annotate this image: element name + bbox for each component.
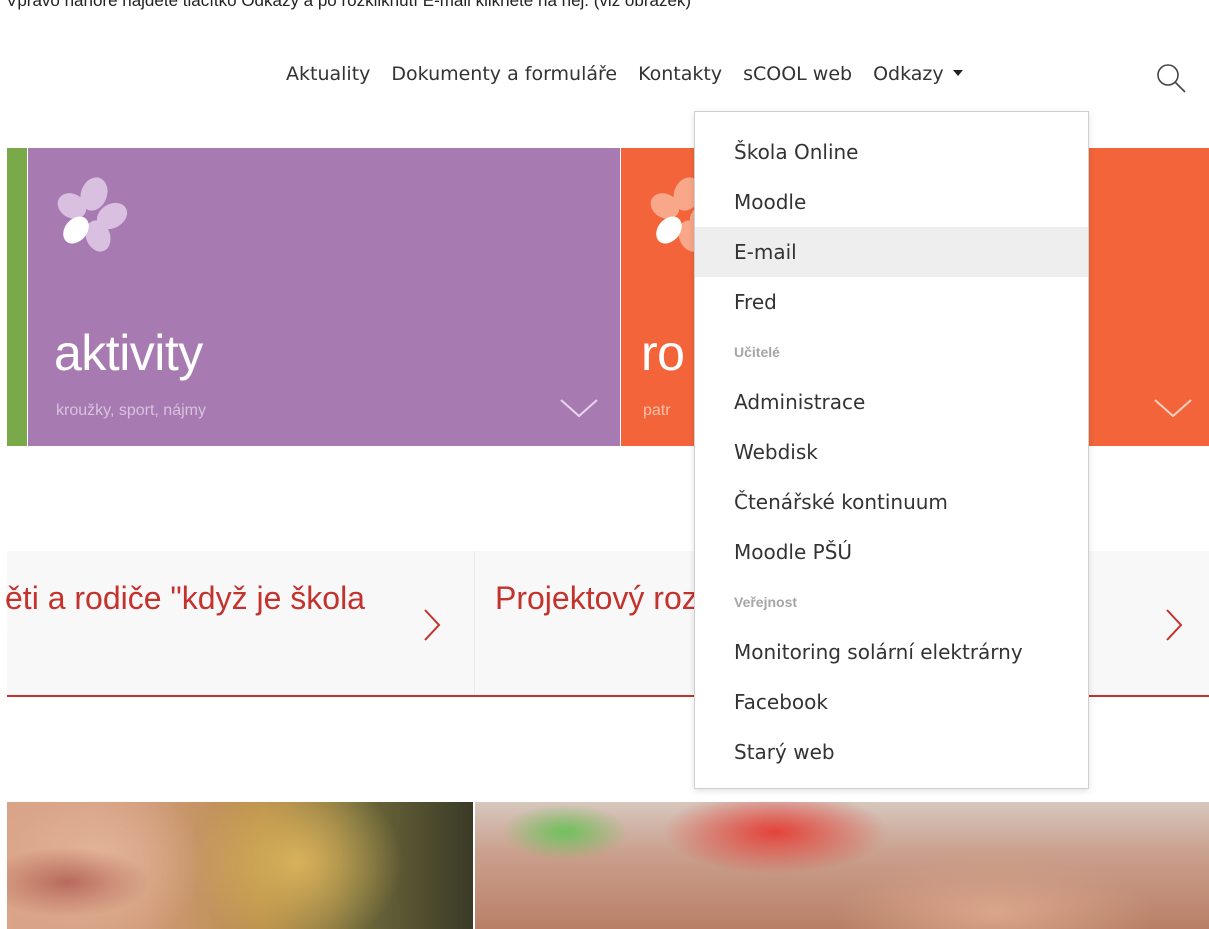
chevron-right-icon[interactable]	[422, 608, 442, 642]
chevron-down-icon[interactable]	[1153, 396, 1193, 420]
tile-accent-stripe	[7, 148, 27, 446]
dropdown-item-monitoring-solarni-elektrarny[interactable]: Monitoring solární elektrárny	[695, 627, 1088, 677]
banner-link-right[interactable]: Projektový roz	[495, 580, 698, 617]
dropdown-item-fred[interactable]: Fred	[695, 277, 1088, 327]
tile-aktivity[interactable]: aktivity kroužky, sport, nájmy	[28, 148, 620, 446]
tile-subtitle: kroužky, sport, nájmy	[56, 402, 206, 419]
dropdown-item-moodle[interactable]: Moodle	[695, 177, 1088, 227]
chevron-down-icon[interactable]	[559, 396, 599, 420]
top-navigation: Aktuality Dokumenty a formuláře Kontakty…	[286, 63, 963, 85]
dropdown-section-header: Učitelé	[734, 344, 780, 360]
dropdown-item-webdisk[interactable]: Webdisk	[695, 427, 1088, 477]
odkazy-dropdown-menu: Škola Online Moodle E-mail Fred Učitelé Admin…	[694, 111, 1089, 789]
dropdown-item-moodle-psu[interactable]: Moodle PŠÚ	[695, 527, 1088, 577]
dropdown-section-header: Veřejnost	[734, 594, 798, 610]
dropdown-item-skola-online[interactable]: Škola Online	[695, 127, 1088, 177]
nav-dropdown-odkazy[interactable]: Odkazy	[873, 63, 963, 85]
nav-link-kontakty[interactable]: Kontakty	[638, 63, 722, 85]
banner-link-left[interactable]: ěti a rodiče "když je škola	[5, 580, 365, 617]
nav-link-scool-web[interactable]: sCOOL web	[743, 63, 852, 85]
search-icon[interactable]	[1155, 62, 1187, 94]
tile-title: ro	[641, 325, 685, 381]
flower-logo-icon	[57, 177, 128, 252]
dropdown-item-facebook[interactable]: Facebook	[695, 677, 1088, 727]
nav-link-aktuality[interactable]: Aktuality	[286, 63, 370, 85]
caret-down-icon	[952, 69, 963, 76]
tile-subtitle: patr	[643, 402, 671, 419]
dropdown-item-stary-web[interactable]: Starý web	[695, 727, 1088, 777]
dropdown-item-e-mail[interactable]: E-mail	[695, 227, 1088, 277]
banner-divider	[474, 551, 475, 695]
nav-dropdown-label: Odkazy	[873, 63, 944, 85]
photo-hands	[475, 802, 1209, 929]
tile-title: aktivity	[54, 325, 203, 381]
chevron-right-icon[interactable]	[1164, 608, 1184, 642]
nav-link-dokumenty[interactable]: Dokumenty a formuláře	[391, 63, 617, 85]
dropdown-item-administrace[interactable]: Administrace	[695, 377, 1088, 427]
photo-child	[7, 802, 473, 929]
instruction-caption: Vpravo nahoře najdete tlačítko Odkazy a …	[6, 0, 692, 10]
dropdown-item-ctenarske-kontinuum[interactable]: Čtenářské kontinuum	[695, 477, 1088, 527]
